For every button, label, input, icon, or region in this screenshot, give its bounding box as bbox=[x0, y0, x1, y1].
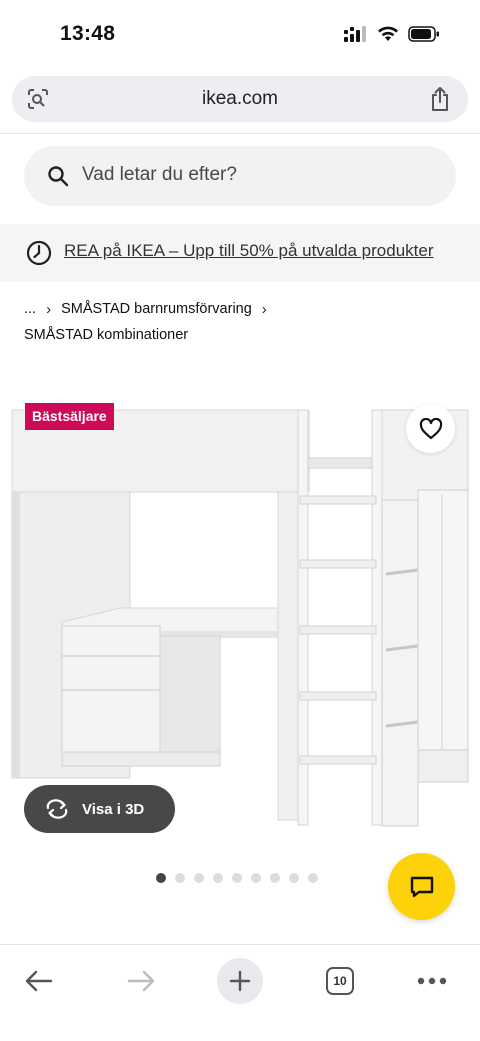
carousel-dot[interactable] bbox=[232, 873, 242, 883]
carousel-dot[interactable] bbox=[308, 873, 318, 883]
carousel-dot[interactable] bbox=[289, 873, 299, 883]
bestseller-badge: Bästsäljare bbox=[25, 403, 114, 430]
url-text[interactable]: ikea.com bbox=[12, 88, 468, 110]
share-icon[interactable] bbox=[428, 85, 452, 118]
divider bbox=[0, 133, 480, 134]
chat-button[interactable] bbox=[388, 853, 455, 920]
status-icons bbox=[344, 26, 440, 42]
plus-icon bbox=[229, 970, 251, 992]
tabs-count: 10 bbox=[333, 974, 347, 988]
carousel-dot[interactable] bbox=[194, 873, 204, 883]
breadcrumb-parent-link[interactable]: SMÅSTAD barnrumsförvaring bbox=[61, 301, 252, 317]
view-in-3d-label: Visa i 3D bbox=[82, 800, 145, 818]
breadcrumb-ellipsis[interactable]: ... bbox=[24, 301, 36, 317]
image-carousel-dots bbox=[156, 873, 318, 883]
back-arrow-icon bbox=[25, 970, 53, 992]
new-tab-button[interactable] bbox=[217, 957, 263, 1005]
search-icon bbox=[46, 164, 70, 193]
breadcrumb-separator: › bbox=[261, 300, 267, 318]
carousel-dot[interactable] bbox=[156, 873, 166, 883]
search-input[interactable]: Vad letar du efter? bbox=[82, 164, 237, 186]
heart-icon bbox=[419, 417, 442, 439]
more-icon bbox=[417, 977, 447, 985]
status-bar: 13:48 bbox=[0, 0, 480, 70]
tabs-icon: 10 bbox=[326, 967, 354, 995]
battery-icon bbox=[408, 26, 439, 42]
carousel-dot[interactable] bbox=[175, 873, 185, 883]
search-field[interactable]: Vad letar du efter? bbox=[24, 146, 456, 206]
status-time: 13:48 bbox=[60, 22, 116, 45]
back-button[interactable] bbox=[20, 957, 58, 1005]
wifi-icon bbox=[378, 26, 398, 41]
forward-arrow-icon bbox=[127, 970, 155, 992]
address-bar[interactable]: ikea.com bbox=[12, 76, 468, 122]
view-in-3d-button[interactable]: Visa i 3D bbox=[24, 785, 175, 833]
carousel-dot[interactable] bbox=[251, 873, 261, 883]
browser-toolbar: 10 bbox=[0, 944, 480, 1041]
promo-banner[interactable]: REA på IKEA – Upp till 50% på utvalda pr… bbox=[0, 224, 480, 282]
breadcrumb-separator: › bbox=[46, 300, 52, 318]
promo-link[interactable]: REA på IKEA – Upp till 50% på utvalda pr… bbox=[64, 241, 434, 261]
cellular-signal-icon bbox=[344, 26, 366, 42]
rotate-3d-icon bbox=[46, 799, 68, 819]
breadcrumb-current[interactable]: SMÅSTAD kombinationer bbox=[24, 327, 188, 343]
breadcrumb: ... › SMÅSTAD barnrumsförvaring › SMÅSTA… bbox=[24, 298, 267, 349]
tabs-button[interactable]: 10 bbox=[324, 957, 356, 1005]
clock-icon bbox=[26, 240, 52, 271]
new-tab-circle bbox=[217, 958, 263, 1004]
carousel-dot[interactable] bbox=[213, 873, 223, 883]
chat-icon bbox=[410, 876, 433, 897]
favorite-button[interactable] bbox=[406, 404, 455, 453]
more-menu-button[interactable] bbox=[414, 957, 450, 1005]
forward-button[interactable] bbox=[122, 957, 160, 1005]
carousel-dot[interactable] bbox=[270, 873, 280, 883]
